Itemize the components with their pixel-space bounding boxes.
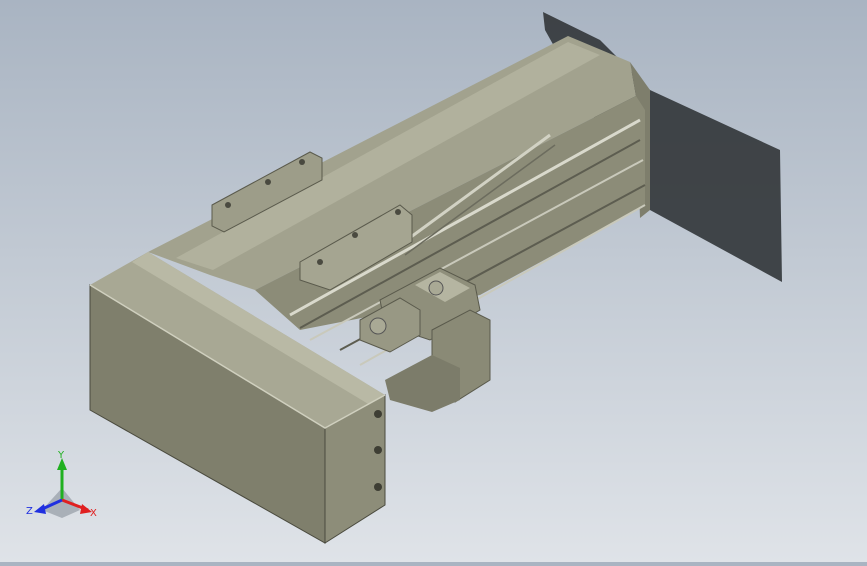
motor-body bbox=[385, 355, 460, 412]
end-cap-hole bbox=[374, 410, 382, 418]
triad-y-label: Y bbox=[57, 450, 65, 461]
triad-z-label: Z bbox=[26, 506, 33, 517]
carriage-hole bbox=[395, 209, 401, 215]
carriage-hole bbox=[352, 232, 358, 238]
triad-x-label: X bbox=[90, 508, 97, 519]
coupler-knob bbox=[428, 280, 444, 296]
end-cap-hole bbox=[374, 446, 382, 454]
triad-z-arrow-icon bbox=[34, 504, 46, 514]
model-view[interactable] bbox=[0, 0, 867, 562]
graphics-viewport[interactable]: Y X Z bbox=[0, 0, 867, 562]
mount-hole bbox=[265, 179, 271, 185]
mount-hole bbox=[299, 159, 305, 165]
end-cap-hole bbox=[374, 483, 382, 491]
drive-knob bbox=[369, 317, 387, 335]
mount-hole bbox=[225, 202, 231, 208]
carriage-hole bbox=[317, 259, 323, 265]
orientation-triad[interactable]: Y X Z bbox=[22, 448, 102, 528]
